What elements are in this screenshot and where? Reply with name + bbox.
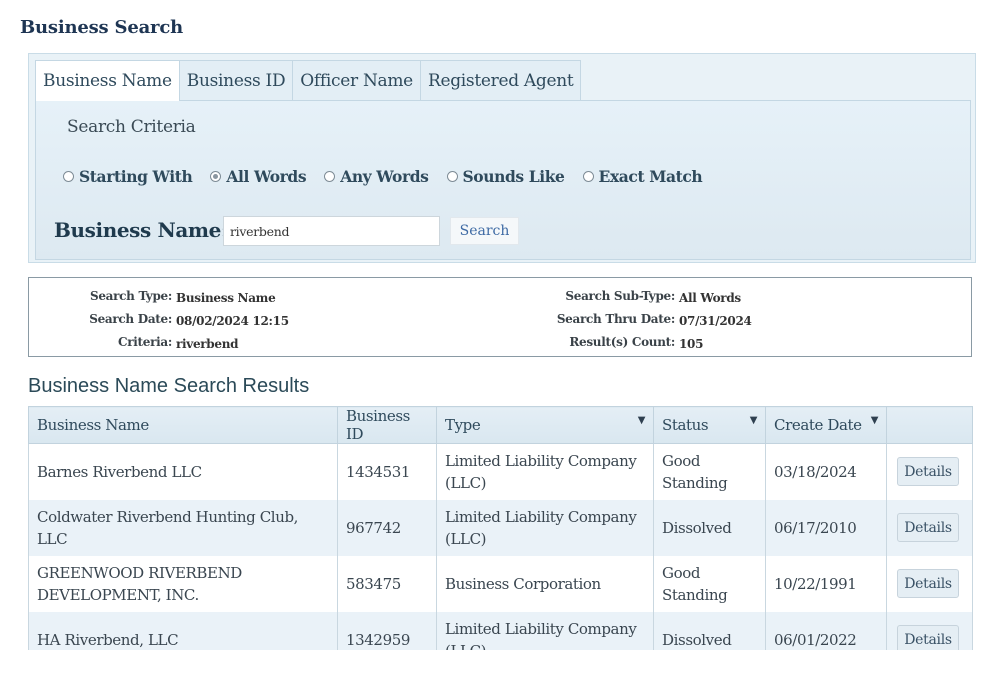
- cell-status: Dissolved: [653, 499, 766, 556]
- radio-label: Starting With: [79, 167, 193, 186]
- tab-officer-name[interactable]: Officer Name: [292, 60, 421, 100]
- cell-type: Limited Liability Company (LLC): [436, 443, 654, 500]
- table-row: GREENWOOD RIVERBEND DEVELOPMENT, INC. 58…: [28, 555, 973, 612]
- summary-value: riverbend: [176, 336, 239, 351]
- summary-value: Business Name: [176, 290, 276, 305]
- cell-business-id: 967742: [337, 499, 437, 556]
- table-row: Coldwater Riverbend Hunting Club, LLC 96…: [28, 499, 973, 556]
- radio-any-words[interactable]: Any Words: [324, 167, 429, 186]
- search-tabs: Business Name Business ID Officer Name R…: [35, 60, 582, 101]
- radio-button-icon[interactable]: [582, 171, 594, 182]
- results-heading: Business Name Search Results: [28, 375, 310, 397]
- summary-row-search-date: Search Date: 08/02/2024 12:15: [29, 307, 289, 330]
- cell-create-date: 03/18/2024: [765, 443, 887, 500]
- filter-icon[interactable]: ▼: [750, 415, 758, 426]
- page-title: Business Search: [20, 17, 183, 38]
- search-summary: Search Type: Business Name Search Date: 08…: [28, 277, 972, 357]
- cell-create-date: 10/22/1991: [765, 555, 887, 612]
- summary-label: Search Thru Date:: [556, 311, 675, 326]
- summary-row-criteria: Criteria: riverbend: [29, 330, 289, 353]
- column-header-type[interactable]: Type ▼: [436, 406, 654, 444]
- column-header-business-id[interactable]: Business ID: [337, 406, 437, 444]
- radio-button-icon[interactable]: [324, 171, 336, 182]
- cell-type: Limited Liability Company (LLC): [436, 499, 654, 556]
- tab-panel: Search Criteria Starting With All Words …: [35, 100, 971, 260]
- page-fold: [0, 650, 1000, 680]
- summary-value: All Words: [679, 290, 741, 305]
- summary-label: Result(s) Count:: [569, 334, 675, 349]
- cell-type: Business Corporation: [436, 555, 654, 612]
- radio-button-icon[interactable]: [63, 171, 74, 182]
- cell-actions: Details: [886, 499, 973, 556]
- table-header-row: Business Name Business ID Type ▼ Status ▼ …: [28, 406, 973, 444]
- radio-label: Exact Match: [598, 167, 703, 186]
- cell-status: Good Standing: [653, 443, 766, 500]
- details-button[interactable]: Details: [897, 457, 959, 487]
- cell-actions: Details: [886, 443, 973, 500]
- radio-button-icon[interactable]: [446, 171, 458, 182]
- details-button[interactable]: Details: [897, 513, 959, 542]
- table-row: Barnes Riverbend LLC 1434531 Limited Lia…: [28, 443, 973, 500]
- summary-label: Criteria:: [118, 334, 172, 349]
- search-panel: Business Name Business ID Officer Name R…: [28, 53, 976, 263]
- filter-icon[interactable]: ▼: [871, 415, 879, 426]
- radio-label: Sounds Like: [462, 167, 565, 186]
- column-header-business-name[interactable]: Business Name: [28, 406, 338, 444]
- business-name-input[interactable]: [223, 216, 440, 246]
- radio-button-checked-icon[interactable]: [210, 171, 222, 182]
- summary-value: 07/31/2024: [679, 313, 752, 328]
- summary-value: 105: [679, 336, 704, 351]
- summary-label: Search Date:: [89, 311, 172, 326]
- summary-row-search-type: Search Type: Business Name: [29, 284, 289, 307]
- tab-business-id[interactable]: Business ID: [178, 60, 294, 100]
- cell-actions: Details: [886, 555, 973, 612]
- cell-business-name: GREENWOOD RIVERBEND DEVELOPMENT, INC.: [28, 555, 338, 612]
- cell-business-id: 583475: [337, 555, 437, 612]
- cell-business-name: Barnes Riverbend LLC: [28, 443, 338, 500]
- cell-business-id: 1434531: [337, 443, 437, 500]
- summary-label: Search Sub-Type:: [565, 288, 675, 303]
- filter-icon[interactable]: ▼: [638, 415, 646, 426]
- radio-label: All Words: [226, 167, 307, 186]
- summary-row-thru-date: Search Thru Date: 07/31/2024: [499, 307, 752, 330]
- summary-right-column: Search Sub-Type: All Words Search Thru Da…: [499, 284, 752, 353]
- cell-status: Good Standing: [653, 555, 766, 612]
- summary-row-result-count: Result(s) Count: 105: [499, 330, 752, 353]
- match-type-radio-group: Starting With All Words Any Words Sounds…: [63, 167, 720, 186]
- radio-sounds-like[interactable]: Sounds Like: [446, 167, 565, 186]
- business-name-label: Business Name:: [54, 218, 228, 242]
- column-header-actions: [886, 406, 973, 444]
- tab-registered-agent[interactable]: Registered Agent: [419, 60, 582, 100]
- tab-business-name[interactable]: Business Name: [35, 60, 180, 101]
- search-button[interactable]: Search: [450, 217, 519, 245]
- cell-create-date: 06/17/2010: [765, 499, 887, 556]
- column-header-status[interactable]: Status ▼: [653, 406, 766, 444]
- summary-left-column: Search Type: Business Name Search Date: 08…: [29, 284, 289, 353]
- results-table: Business Name Business ID Type ▼ Status ▼ …: [28, 406, 973, 668]
- radio-label: Any Words: [340, 167, 429, 186]
- summary-row-sub-type: Search Sub-Type: All Words: [499, 284, 752, 307]
- column-header-create-date[interactable]: Create Date ▼: [765, 406, 887, 444]
- search-criteria-heading: Search Criteria: [67, 117, 196, 137]
- radio-starting-with[interactable]: Starting With: [63, 167, 193, 186]
- details-button[interactable]: Details: [897, 569, 959, 598]
- summary-value: 08/02/2024 12:15: [176, 313, 289, 328]
- radio-all-words[interactable]: All Words: [210, 167, 307, 186]
- radio-exact-match[interactable]: Exact Match: [582, 167, 703, 186]
- summary-label: Search Type:: [89, 288, 172, 303]
- cell-business-name: Coldwater Riverbend Hunting Club, LLC: [28, 499, 338, 556]
